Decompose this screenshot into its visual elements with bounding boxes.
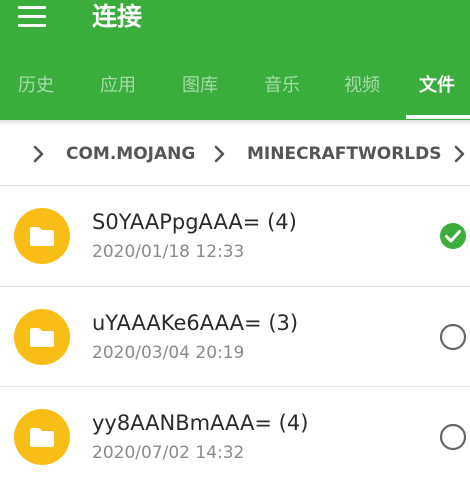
file-name: yy8AANBmAAA= (4) bbox=[92, 411, 309, 435]
chevron-right-icon bbox=[454, 145, 465, 163]
page-title: 连接 bbox=[92, 2, 143, 31]
unchecked-circle-icon[interactable] bbox=[439, 323, 467, 351]
chevron-right-icon bbox=[33, 145, 44, 163]
breadcrumb-item-minecraftworlds[interactable]: MINECRAFTWORLDS bbox=[247, 140, 442, 168]
breadcrumb: COM.MOJANG MINECRAFTWORLDS bbox=[0, 126, 470, 184]
app-header: 连接 历史 应用 图库 音乐 视频 文件 bbox=[0, 0, 470, 120]
file-name: S0YAAPpgAAA= (4) bbox=[92, 210, 297, 234]
folder-icon bbox=[14, 208, 70, 264]
tab-apps[interactable]: 应用 bbox=[82, 66, 154, 106]
file-date: 2020/07/02 14:32 bbox=[92, 443, 245, 463]
tab-gallery[interactable]: 图库 bbox=[164, 66, 236, 106]
file-date: 2020/01/18 12:33 bbox=[92, 242, 245, 262]
list-item[interactable]: yy8AANBmAAA= (4) 2020/07/02 14:32 bbox=[0, 387, 470, 487]
folder-icon bbox=[14, 409, 70, 465]
folder-icon bbox=[14, 309, 70, 365]
chevron-right-icon bbox=[214, 145, 225, 163]
tab-music[interactable]: 音乐 bbox=[246, 66, 318, 106]
tab-video[interactable]: 视频 bbox=[326, 66, 398, 106]
tab-history[interactable]: 历史 bbox=[0, 66, 72, 106]
list-item[interactable]: S0YAAPpgAAA= (4) 2020/01/18 12:33 bbox=[0, 186, 470, 286]
file-date: 2020/03/04 20:19 bbox=[92, 343, 245, 363]
breadcrumb-item-com-mojang[interactable]: COM.MOJANG bbox=[66, 140, 195, 168]
list-item[interactable]: uYAAAKe6AAA= (3) 2020/03/04 20:19 bbox=[0, 287, 470, 387]
hamburger-menu-icon[interactable] bbox=[18, 4, 48, 30]
checked-circle-icon[interactable] bbox=[439, 222, 467, 250]
file-name: uYAAAKe6AAA= (3) bbox=[92, 311, 299, 335]
tab-bar: 历史 应用 图库 音乐 视频 文件 bbox=[0, 66, 470, 106]
tab-files[interactable]: 文件 bbox=[404, 66, 470, 106]
active-tab-indicator bbox=[406, 115, 470, 119]
unchecked-circle-icon[interactable] bbox=[439, 423, 467, 451]
